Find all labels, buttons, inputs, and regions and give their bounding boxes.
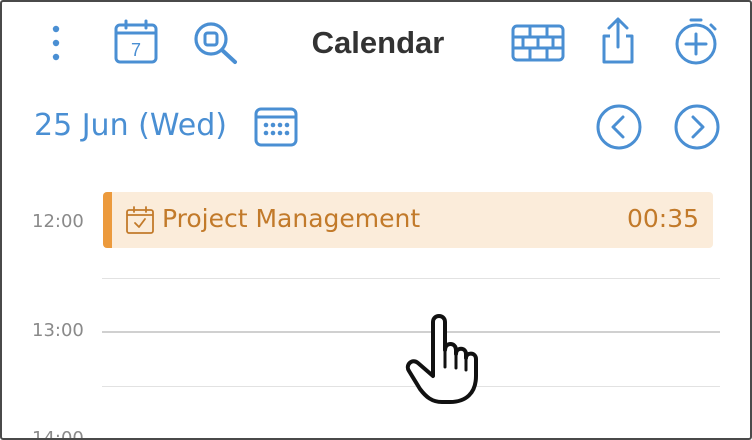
today-day-number: 7 [131,40,141,60]
page-title: Calendar [311,25,445,60]
event-duration: 00:35 [626,204,699,233]
share-icon[interactable] [598,16,638,66]
hour-label: 14:00 [32,428,84,440]
event-title: Project Management [162,204,421,233]
month-picker-icon[interactable] [253,104,299,148]
event-block[interactable]: Project Management 00:35 [103,192,713,248]
hand-pointer-icon [405,314,478,404]
add-timer-icon[interactable] [672,16,722,66]
current-date-label[interactable]: 25 Jun (Wed) [34,106,227,146]
more-vertical-icon[interactable] [42,22,70,64]
calendar-screen: 7 Calendar 25 Jun (Wed) 12:00 13:00 14:0… [0,0,752,440]
week-grid-icon[interactable] [511,24,565,62]
next-day-icon[interactable] [673,103,721,151]
today-calendar-icon[interactable]: 7 [113,19,159,65]
prev-day-icon[interactable] [595,103,643,151]
hour-label: 12:00 [32,211,84,232]
event-color-bar [103,192,112,248]
search-icon[interactable] [192,20,240,66]
half-hour-divider [102,278,720,279]
event-calendar-icon [126,206,154,234]
hour-label: 13:00 [32,320,84,341]
